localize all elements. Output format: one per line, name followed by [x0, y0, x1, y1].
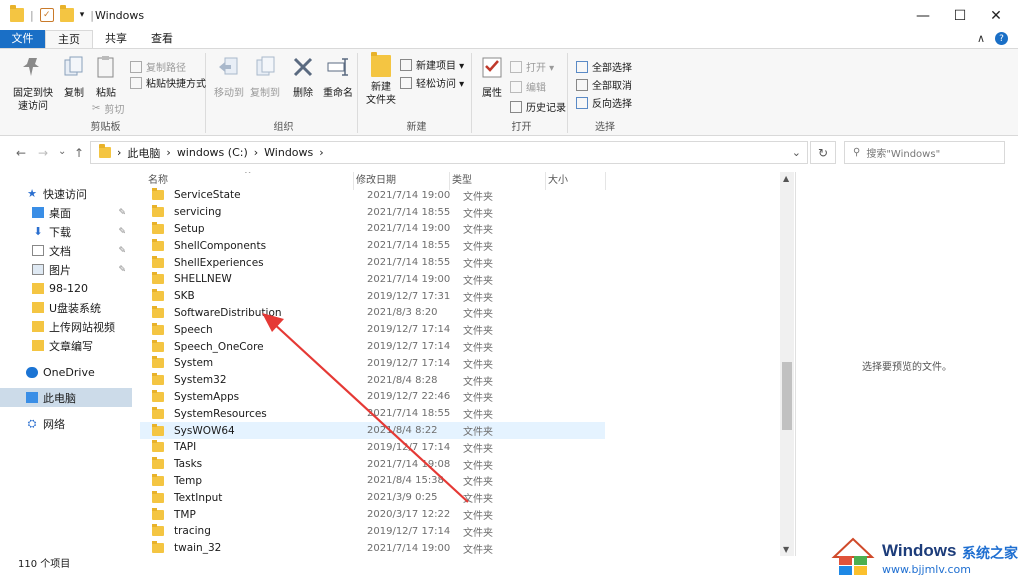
watermark-brand: Windows — [882, 541, 957, 560]
watermark-url: www.bjjmlv.com — [882, 563, 971, 576]
item-count: 110 个项目 — [18, 559, 71, 570]
watermark-cn: 系统之家 — [962, 546, 1018, 562]
explorer-window: | ✓ ▾ | Windows — ☐ ✕ 文件 主页 共享 查看 ∧ ? 固定… — [0, 0, 1018, 582]
arrow-line — [271, 321, 469, 503]
watermark: Windows 系统之家 www.bjjmlv.com — [828, 533, 1018, 582]
annotation-arrow — [262, 313, 469, 503]
windows-logo-icon — [831, 537, 875, 575]
